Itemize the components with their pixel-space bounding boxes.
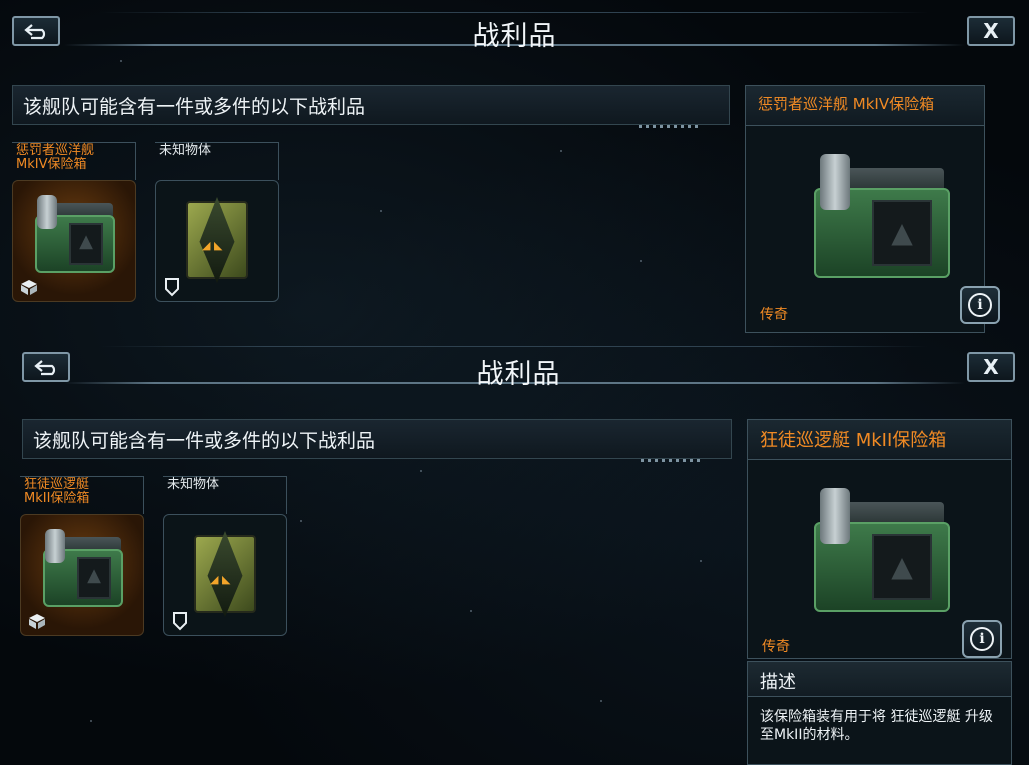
info-button[interactable]: i xyxy=(962,620,1002,658)
rarity-label: 传奇 xyxy=(760,307,788,323)
description-title: 描述 xyxy=(747,661,1012,697)
loot-box-icon xyxy=(19,277,39,301)
loot-notice: 该舰队可能含有一件或多件的以下战利品 xyxy=(22,419,732,462)
vault-chest-icon: ▲ xyxy=(804,154,954,282)
loot-item-icon-box: ▲ xyxy=(20,514,144,636)
loot-notice: 该舰队可能含有一件或多件的以下战利品 xyxy=(12,85,730,128)
vault-chest-icon: ▲ xyxy=(35,529,127,609)
unknown-object-icon: ◢ ◣ xyxy=(186,197,248,283)
loot-panel-1: 战利品 X 该舰队可能含有一件或多件的以下战利品 惩罚者巡洋舰 MkIV保险箱 … xyxy=(0,0,1029,340)
panel-header: 战利品 X xyxy=(0,0,1029,52)
page-title: 战利品 xyxy=(472,21,557,52)
loot-item-label: 未知物体 xyxy=(167,477,220,492)
loot-item-icon-box: ◢ ◣ xyxy=(155,180,279,302)
loot-item-vault[interactable]: 狂徒巡逻艇 MkII保险箱 ▲ xyxy=(20,476,146,638)
loot-item-unknown[interactable]: 未知物体 ◢ ◣ xyxy=(155,142,281,304)
detail-title: 惩罚者巡洋舰 MkIV保险箱 xyxy=(746,86,984,126)
loot-item-label: 未知物体 xyxy=(159,143,212,158)
loot-item-unknown[interactable]: 未知物体 ◢ ◣ xyxy=(163,476,289,638)
rarity-label: 传奇 xyxy=(762,639,790,655)
info-icon: i xyxy=(968,293,992,317)
loot-item-label: 惩罚者巡洋舰 MkIV保险箱 xyxy=(16,143,95,172)
unknown-object-icon: ◢ ◣ xyxy=(194,531,256,617)
loot-item-vault[interactable]: 惩罚者巡洋舰 MkIV保险箱 ▲ xyxy=(12,142,138,304)
loot-box-icon xyxy=(27,611,47,635)
loot-notice-text: 该舰队可能含有一件或多件的以下战利品 xyxy=(33,430,376,452)
description-text: 该保险箱装有用于将 狂徒巡逻艇 升级至MkII的材料。 xyxy=(747,697,1012,765)
vault-chest-icon: ▲ xyxy=(27,195,119,275)
vault-chest-icon: ▲ xyxy=(804,488,954,616)
detail-title: 狂徒巡逻艇 MkII保险箱 xyxy=(748,420,1011,460)
info-icon: i xyxy=(970,627,994,651)
loot-item-icon-box: ◢ ◣ xyxy=(163,514,287,636)
close-button[interactable]: X xyxy=(967,352,1015,382)
shield-icon xyxy=(172,611,188,635)
loot-item-label: 狂徒巡逻艇 MkII保险箱 xyxy=(24,477,90,506)
item-detail-panel: 狂徒巡逻艇 MkII保险箱 ▲ 传奇 i xyxy=(747,419,1012,659)
close-button[interactable]: X xyxy=(967,16,1015,46)
loot-notice-text: 该舰队可能含有一件或多件的以下战利品 xyxy=(23,96,366,118)
panel-header: 战利品 X xyxy=(0,340,1029,390)
item-detail-panel: 惩罚者巡洋舰 MkIV保险箱 ▲ 传奇 i xyxy=(745,85,1000,333)
info-button[interactable]: i xyxy=(960,286,1000,324)
page-title: 战利品 xyxy=(476,359,561,390)
shield-icon xyxy=(164,277,180,301)
loot-item-icon-box: ▲ xyxy=(12,180,136,302)
